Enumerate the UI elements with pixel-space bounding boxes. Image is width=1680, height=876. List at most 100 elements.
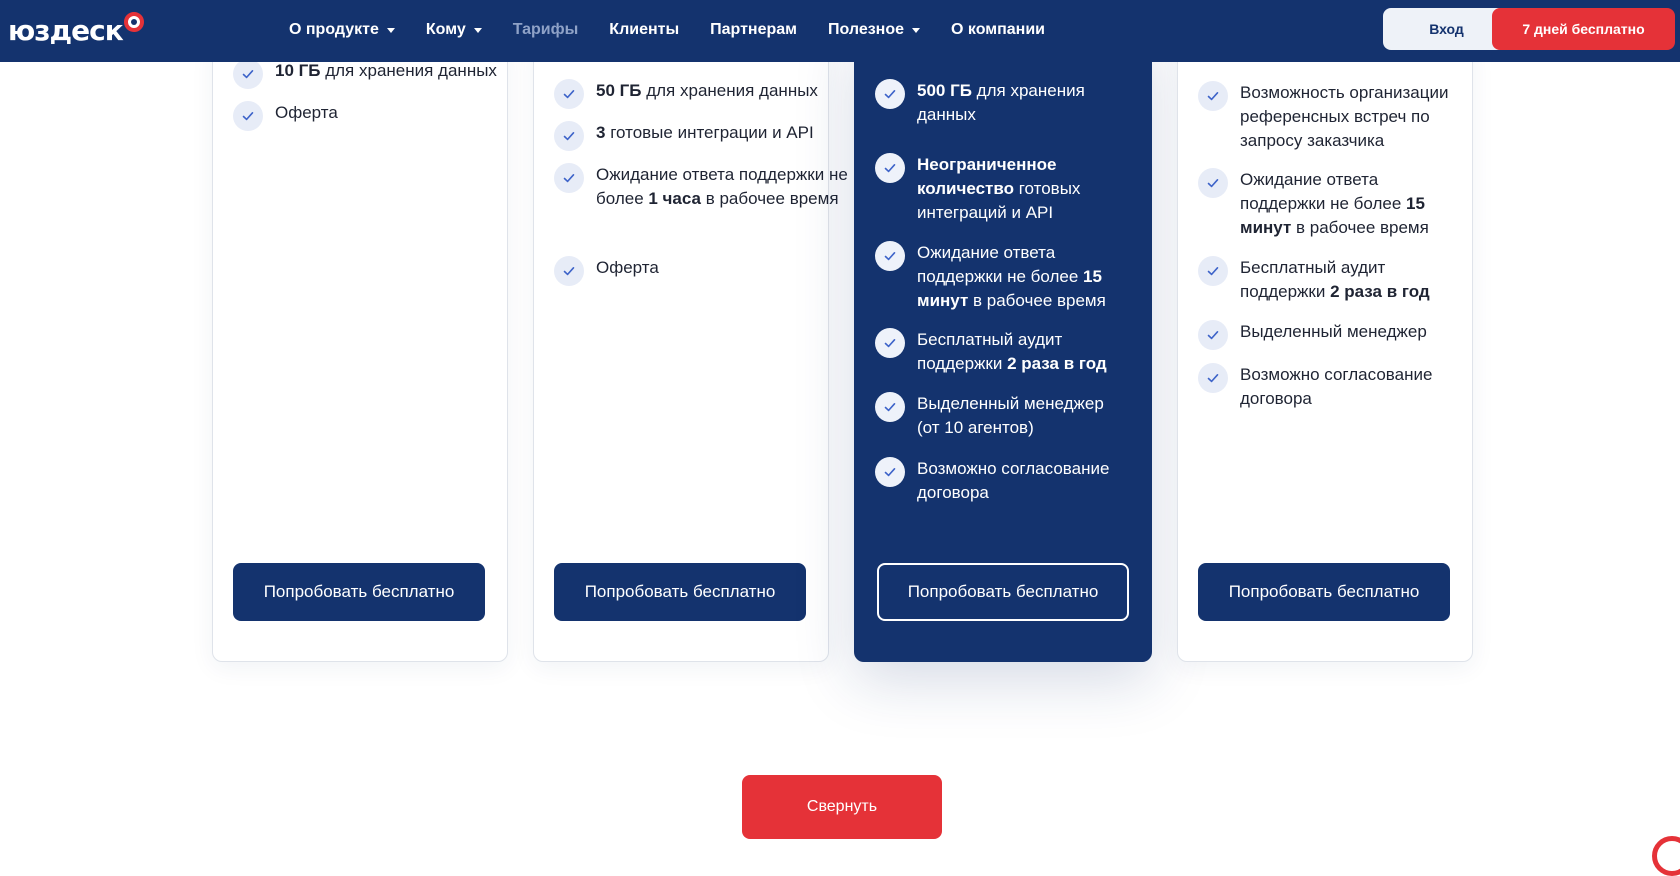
feature-text-bold: 2 раза в год — [1007, 354, 1107, 373]
feature-text-part: Выделенный менеджер — [1240, 322, 1427, 341]
login-button[interactable]: Вход — [1383, 8, 1510, 50]
nav-item-label: Тарифы — [512, 21, 579, 38]
feature-text: Ожидание ответа поддержки не более 1 час… — [596, 163, 848, 211]
check-icon — [875, 457, 905, 487]
main-nav: О продукте Кому Тарифы Клиенты Партнерам Поле… — [289, 0, 1076, 60]
feature-item: 50 ГБ для хранения данных — [554, 79, 848, 109]
check-icon — [875, 153, 905, 183]
nav-item-1[interactable]: О продукте — [289, 21, 395, 39]
feature-text: Выделенный менеджер (от 10 агентов) — [917, 392, 1117, 440]
nav-item-7[interactable]: О компании — [951, 21, 1045, 39]
feature-text-part: в рабочее время — [1291, 218, 1429, 237]
feature-text: 3 готовые интеграции и API — [596, 121, 848, 145]
feature-text-part: Оферта — [596, 258, 659, 277]
nav-item-4[interactable]: Клиенты — [609, 21, 679, 39]
nav-item-label: О продукте — [289, 21, 379, 38]
feature-text: 50 ГБ для хранения данных — [596, 79, 848, 103]
free-trial-button[interactable]: 7 дней бесплатно — [1492, 8, 1675, 50]
nav-item-label: Клиенты — [609, 21, 680, 38]
feature-item: 500 ГБ для хранения данных — [875, 79, 1117, 127]
feature-text-bold: 50 ГБ — [596, 81, 642, 100]
chevron-down-icon — [473, 27, 482, 33]
nav-item-label: О компании — [951, 21, 1045, 38]
top-header: юздеск О продукте Кому Тарифы Клиенты Партне… — [0, 0, 1680, 62]
logo-text: юздеск — [8, 13, 124, 47]
check-icon — [554, 163, 584, 193]
lifebuoy-icon — [123, 12, 144, 32]
plan-card-1: 10 ГБ для хранения данных Оферта Попробова… — [212, 40, 508, 662]
feature-text: Возможно согласование договора — [1240, 363, 1462, 411]
feature-item: 10 ГБ для хранения данных — [233, 59, 520, 89]
feature-text-part: готовые интеграции и API — [605, 123, 814, 142]
feature-text-part: в рабочее время — [701, 189, 839, 208]
feature-item: Выделенный менеджер (от 10 агентов) — [875, 392, 1117, 440]
feature-text-part: Возможность организации референсных встр… — [1240, 83, 1449, 150]
feature-text-part: в рабочее время — [968, 291, 1106, 310]
feature-item: Ожидание ответа поддержки не более 15 ми… — [1198, 168, 1462, 240]
feature-text-part: Выделенный менеджер (от 10 агентов) — [917, 394, 1104, 437]
nav-item-3[interactable]: Тарифы — [513, 21, 579, 39]
feature-text-part: Ожидание ответа поддержки не более — [917, 243, 1083, 286]
chevron-down-icon — [912, 27, 921, 33]
feature-text-bold: 500 ГБ — [917, 81, 972, 100]
check-icon — [554, 121, 584, 151]
feature-text: Ожидание ответа поддержки не более 15 ми… — [917, 241, 1117, 313]
try-free-button[interactable]: Попробовать бесплатно — [877, 563, 1129, 621]
nav-item-label: Полезное — [828, 21, 905, 38]
feature-text: 500 ГБ для хранения данных — [917, 79, 1117, 127]
check-icon — [1198, 320, 1228, 350]
feature-item: Бесплатный аудит поддержки 2 раза в год — [1198, 256, 1462, 304]
feature-item: Ожидание ответа поддержки не более 1 час… — [554, 163, 848, 211]
check-icon — [875, 79, 905, 109]
feature-item: Бесплатный аудит поддержки 2 раза в год — [875, 328, 1117, 376]
feature-item: Выделенный менеджер — [1198, 320, 1462, 350]
feature-item: 3 готовые интеграции и API — [554, 121, 848, 151]
plan-card-3: 500 ГБ для хранения данных Неограниченное… — [854, 30, 1152, 662]
try-free-button[interactable]: Попробовать бесплатно — [554, 563, 806, 621]
logo[interactable]: юздеск — [8, 12, 144, 48]
plan-card-4: Возможность организации референсных встр… — [1177, 40, 1473, 662]
nav-item-6[interactable]: Полезное — [828, 21, 921, 39]
feature-text-part: для хранения данных — [320, 61, 497, 80]
feature-text-part: для хранения данных — [641, 81, 818, 100]
nav-item-2[interactable]: Кому — [426, 21, 482, 39]
feature-text: Возможно согласование договора — [917, 457, 1117, 505]
check-icon — [1198, 256, 1228, 286]
nav-item-label: Партнерам — [710, 21, 797, 38]
check-icon — [233, 59, 263, 89]
check-icon — [554, 256, 584, 286]
check-icon — [875, 328, 905, 358]
nav-item-label: Кому — [425, 21, 466, 38]
feature-text-part: Оферта — [275, 103, 338, 122]
feature-item: Оферта — [554, 256, 848, 286]
feature-text: 10 ГБ для хранения данных — [275, 59, 520, 83]
feature-text: Оферта — [596, 256, 848, 280]
feature-item: Оферта — [233, 101, 520, 131]
try-free-button[interactable]: Попробовать бесплатно — [233, 563, 485, 621]
feature-text-bold: 10 ГБ — [275, 61, 321, 80]
check-icon — [875, 392, 905, 422]
feature-text: Неограниченное количество готовых интегр… — [917, 153, 1117, 225]
support-widget-icon[interactable] — [1652, 836, 1680, 876]
nav-item-5[interactable]: Партнерам — [710, 21, 797, 39]
feature-item: Возможность организации референсных встр… — [1198, 81, 1462, 153]
collapse-button[interactable]: Свернуть — [742, 775, 942, 839]
feature-text-bold: 2 раза в год — [1330, 282, 1430, 301]
feature-text-part: Возможно согласование договора — [917, 459, 1110, 502]
plan-card-2: 50 ГБ для хранения данных 3 готовые интег… — [533, 40, 848, 662]
feature-item: Неограниченное количество готовых интегр… — [875, 153, 1117, 225]
feature-text-bold: 1 часа — [648, 189, 701, 208]
check-icon — [1198, 168, 1228, 198]
try-free-button[interactable]: Попробовать бесплатно — [1198, 563, 1450, 621]
feature-text: Оферта — [275, 101, 520, 125]
feature-item: Возможно согласование договора — [875, 457, 1117, 505]
feature-text: Выделенный менеджер — [1240, 320, 1462, 344]
feature-text: Бесплатный аудит поддержки 2 раза в год — [1240, 256, 1462, 304]
check-icon — [1198, 81, 1228, 111]
feature-text-part: Ожидание ответа поддержки не более — [1240, 170, 1406, 213]
chevron-down-icon — [386, 27, 395, 33]
feature-text: Бесплатный аудит поддержки 2 раза в год — [917, 328, 1117, 376]
feature-text-part: Возможно согласование договора — [1240, 365, 1433, 408]
check-icon — [554, 79, 584, 109]
check-icon — [875, 241, 905, 271]
